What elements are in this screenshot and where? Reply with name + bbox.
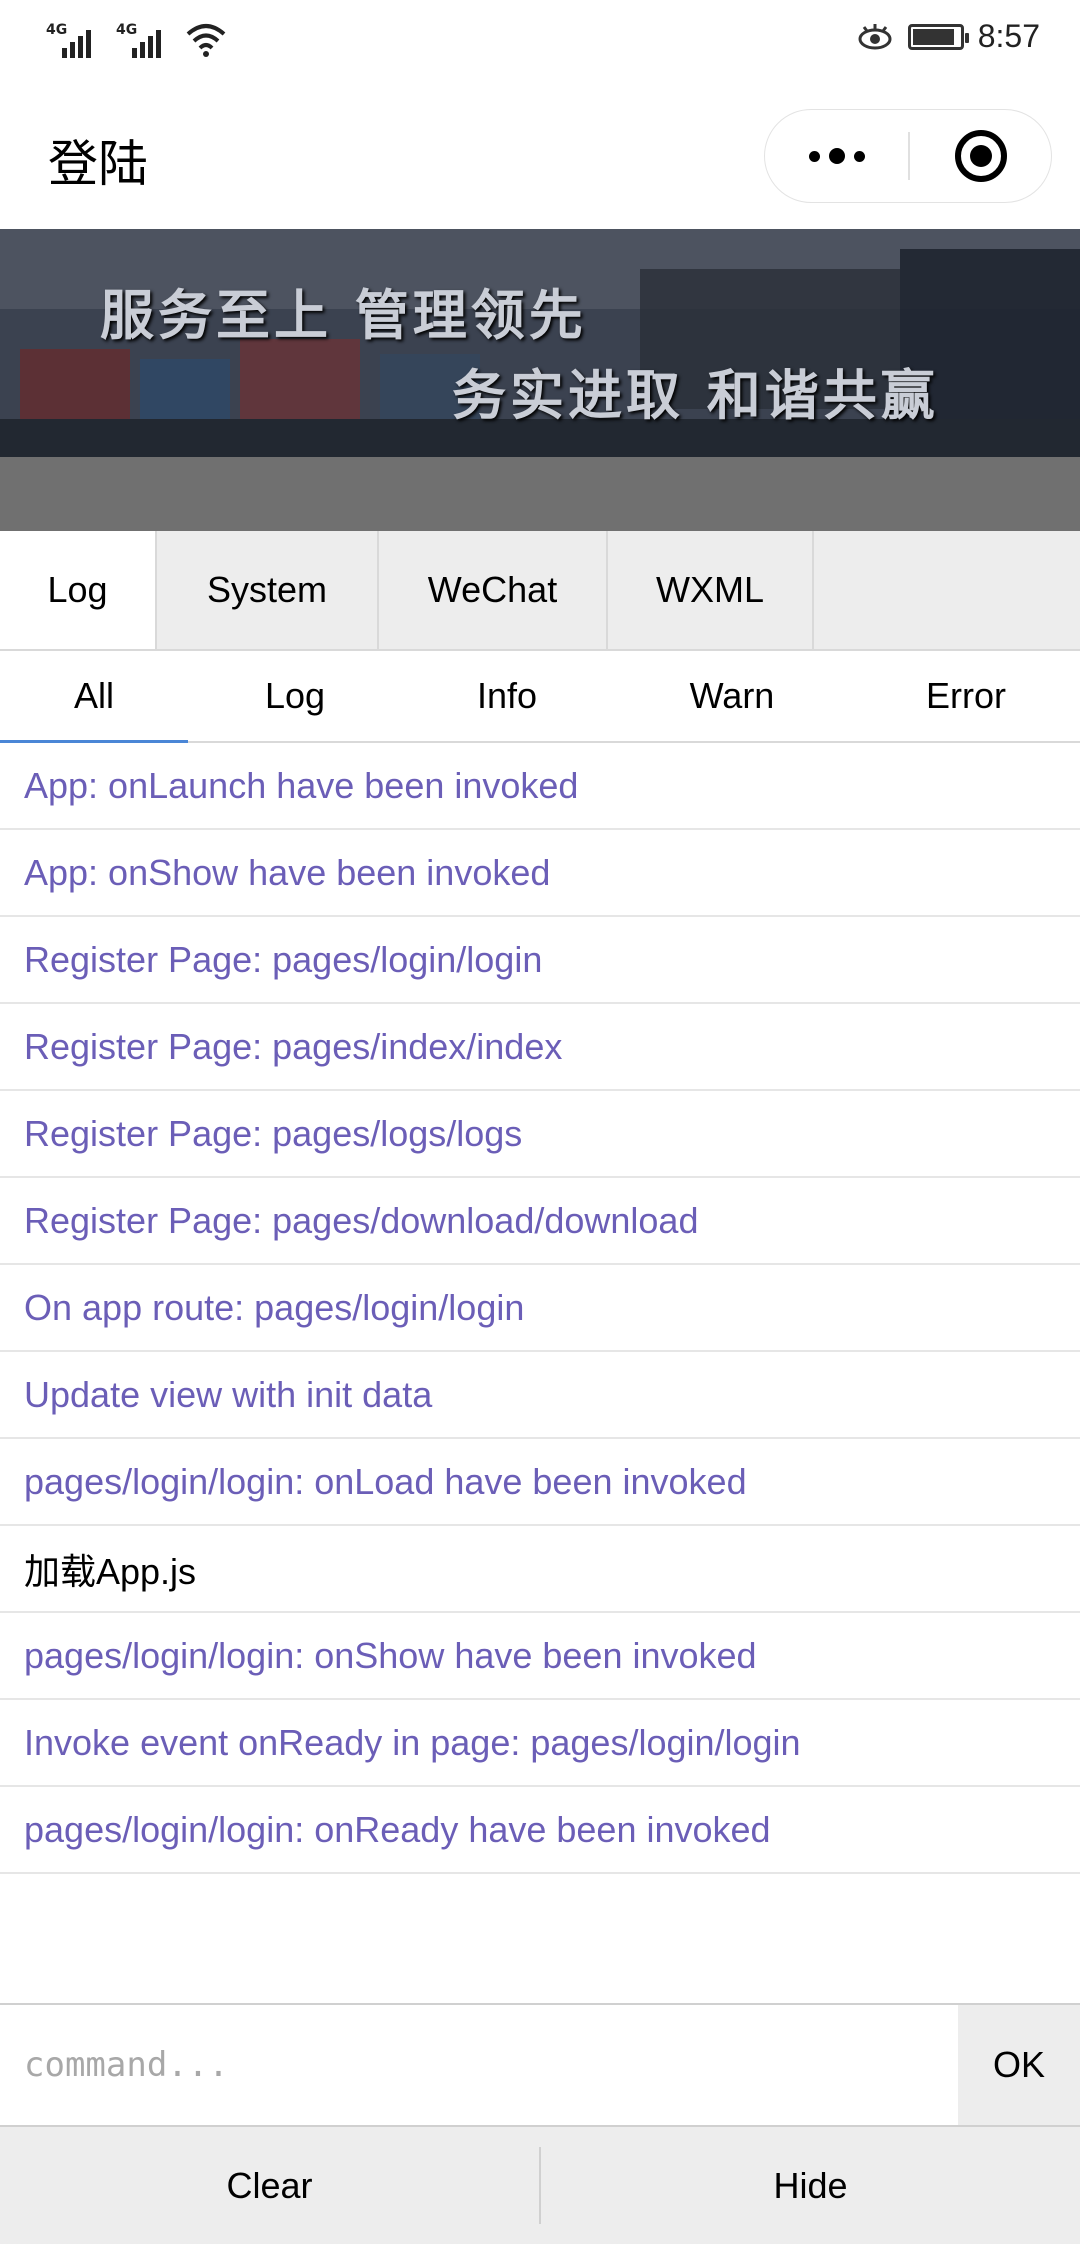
filter-error[interactable]: Error bbox=[852, 651, 1080, 741]
console-bottom-bar: Clear Hide bbox=[0, 2125, 1080, 2244]
banner-slogan-1: 服务至上 管理领先 bbox=[100, 284, 587, 347]
tab-wxml[interactable]: WXML bbox=[608, 531, 814, 649]
filter-warn[interactable]: Warn bbox=[612, 651, 852, 741]
overlay-strip bbox=[0, 457, 1080, 531]
log-entry: Invoke event onReady in page: pages/logi… bbox=[0, 1700, 1080, 1787]
log-entry: pages/login/login: onLoad have been invo… bbox=[0, 1439, 1080, 1526]
log-entry: Register Page: pages/login/login bbox=[0, 917, 1080, 1004]
miniprogram-capsule bbox=[764, 109, 1052, 203]
console-tabs: Log System WeChat WXML bbox=[0, 531, 1080, 651]
hide-button[interactable]: Hide bbox=[541, 2127, 1080, 2244]
filter-log[interactable]: Log bbox=[188, 651, 402, 741]
banner-image: 服务至上 管理领先 务实进取 和谐共赢 bbox=[0, 229, 1080, 457]
signal-icon: 4G bbox=[46, 22, 98, 58]
tab-wechat[interactable]: WeChat bbox=[379, 531, 608, 649]
battery-icon bbox=[907, 23, 969, 50]
log-list: App: onLaunch have been invoked App: onS… bbox=[0, 743, 1080, 1874]
signal-icon: 4G bbox=[116, 22, 168, 58]
target-close-icon[interactable] bbox=[955, 130, 1007, 182]
status-bar: 4G 4G 8:57 bbox=[0, 0, 1080, 86]
log-filter-tabs: All Log Info Warn Error bbox=[0, 651, 1080, 743]
log-entry: Register Page: pages/index/index bbox=[0, 1004, 1080, 1091]
filter-all[interactable]: All bbox=[0, 651, 188, 743]
log-entry: App: onShow have been invoked bbox=[0, 830, 1080, 917]
log-entry: pages/login/login: onShow have been invo… bbox=[0, 1613, 1080, 1700]
capsule-divider bbox=[908, 132, 910, 180]
status-right: 8:57 bbox=[856, 18, 1040, 55]
banner-slogan-2: 务实进取 和谐共赢 bbox=[452, 364, 939, 427]
filter-info[interactable]: Info bbox=[402, 651, 612, 741]
wifi-icon bbox=[186, 24, 226, 57]
status-left: 4G 4G bbox=[46, 22, 226, 58]
log-entry: Register Page: pages/download/download bbox=[0, 1178, 1080, 1265]
log-entry: 加载App.js bbox=[0, 1526, 1080, 1613]
command-bar: OK bbox=[0, 2003, 1080, 2125]
log-entry: Update view with init data bbox=[0, 1352, 1080, 1439]
log-entry: pages/login/login: onReady have been inv… bbox=[0, 1787, 1080, 1874]
command-ok-button[interactable]: OK bbox=[958, 2005, 1080, 2125]
eye-icon bbox=[858, 23, 892, 49]
nav-bar: 登陆 bbox=[0, 86, 1080, 229]
clock-time: 8:57 bbox=[977, 18, 1040, 54]
more-dots-icon[interactable] bbox=[765, 110, 908, 202]
log-entry: Register Page: pages/logs/logs bbox=[0, 1091, 1080, 1178]
page-title: 登陆 bbox=[48, 135, 148, 193]
log-entry: App: onLaunch have been invoked bbox=[0, 743, 1080, 830]
tab-log[interactable]: Log bbox=[0, 531, 157, 649]
command-input[interactable] bbox=[0, 2005, 958, 2125]
log-entry: On app route: pages/login/login bbox=[0, 1265, 1080, 1352]
clear-button[interactable]: Clear bbox=[0, 2127, 539, 2244]
tab-system[interactable]: System bbox=[157, 531, 379, 649]
